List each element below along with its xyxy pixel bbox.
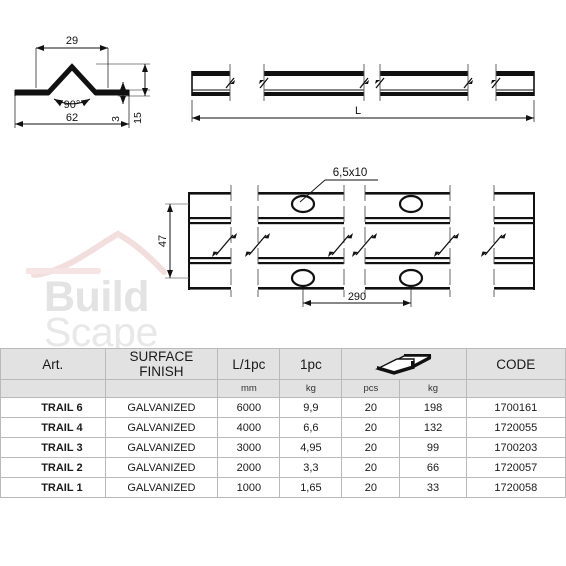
dim-L: L xyxy=(355,105,361,117)
product-specification-table: Art. SURFACE FINISH L/1pc 1pc CODE mm kg… xyxy=(0,348,566,498)
header-art: Art. xyxy=(0,348,106,380)
cell-bundle-weight: 198 xyxy=(399,397,467,418)
header-weight: 1pc xyxy=(279,348,343,380)
cell-art: TRAIL 1 xyxy=(0,477,106,498)
cell-bundle-weight: 132 xyxy=(399,417,467,438)
table-row[interactable]: TRAIL 6 GALVANIZED 6000 9,9 20 198 17001… xyxy=(0,397,566,418)
dim-62: 62 xyxy=(66,112,78,124)
cell-code: 1720055 xyxy=(465,417,566,438)
cell-pcs: 20 xyxy=(341,437,401,458)
cell-art: TRAIL 2 xyxy=(0,457,106,478)
table-row[interactable]: TRAIL 4 GALVANIZED 4000 6,6 20 132 17200… xyxy=(0,417,566,438)
slot-top-b xyxy=(290,194,316,214)
cell-length: 4000 xyxy=(217,417,281,438)
bundle-pallet-icon xyxy=(375,354,432,375)
cell-pcs: 20 xyxy=(341,477,401,498)
cell-length: 1000 xyxy=(217,477,281,498)
cell-code: 1700203 xyxy=(465,437,566,458)
header-code: CODE xyxy=(465,348,566,380)
cell-art: TRAIL 3 xyxy=(0,437,106,458)
cell-finish: GALVANIZED xyxy=(104,417,219,438)
cell-bundle-weight: 66 xyxy=(399,457,467,478)
cell-length: 2000 xyxy=(217,457,281,478)
cell-code: 1720057 xyxy=(465,457,566,478)
unit-bundle-weight: kg xyxy=(399,379,467,398)
cell-art: TRAIL 6 xyxy=(0,397,106,418)
slot-bottom-c xyxy=(398,268,424,288)
product-datasheet: Build Scape 90° 29 62 3 15 L 6,5x10 47 2… xyxy=(0,0,566,566)
cell-weight: 9,9 xyxy=(279,397,343,418)
unit-weight: kg xyxy=(279,379,343,398)
header-surface-finish: SURFACE FINISH xyxy=(104,348,219,380)
cell-finish: GALVANIZED xyxy=(104,457,219,478)
cell-pcs: 20 xyxy=(341,417,401,438)
table-header-units: mm kg pcs kg xyxy=(0,379,566,398)
unit-surface-finish xyxy=(104,379,219,398)
cell-art: TRAIL 4 xyxy=(0,417,106,438)
unit-length: mm xyxy=(217,379,281,398)
dim-angle-90: 90° xyxy=(64,99,81,111)
cell-finish: GALVANIZED xyxy=(104,477,219,498)
cell-weight: 3,3 xyxy=(279,457,343,478)
header-length: L/1pc xyxy=(217,348,281,380)
cell-bundle-weight: 99 xyxy=(399,437,467,458)
dim-290: 290 xyxy=(348,291,366,303)
table-row[interactable]: TRAIL 2 GALVANIZED 2000 3,3 20 66 172005… xyxy=(0,457,566,478)
cell-pcs: 20 xyxy=(341,457,401,478)
cell-code: 1720058 xyxy=(465,477,566,498)
cell-finish: GALVANIZED xyxy=(104,397,219,418)
cross-section-profile: 90° 29 62 3 15 xyxy=(14,35,150,128)
dim-47: 47 xyxy=(157,235,169,247)
side-elevation: L xyxy=(191,64,535,122)
cell-weight: 6,6 xyxy=(279,417,343,438)
cell-length: 6000 xyxy=(217,397,281,418)
cell-code: 1700161 xyxy=(465,397,566,418)
dim-29: 29 xyxy=(66,35,78,47)
table-row[interactable]: TRAIL 3 GALVANIZED 3000 4,95 20 99 17002… xyxy=(0,437,566,458)
table-row[interactable]: TRAIL 1 GALVANIZED 1000 1,65 20 33 17200… xyxy=(0,477,566,498)
top-plan: 6,5x10 47 290 xyxy=(157,167,535,307)
slot-bottom-b xyxy=(290,268,316,288)
dim-3: 3 xyxy=(110,116,122,122)
header-bundle xyxy=(341,348,467,380)
table-header-main: Art. SURFACE FINISH L/1pc 1pc CODE xyxy=(0,348,566,380)
technical-drawings: 90° 29 62 3 15 L 6,5x10 47 290 xyxy=(14,35,535,307)
unit-code xyxy=(465,379,566,398)
unit-art xyxy=(0,379,106,398)
cell-length: 3000 xyxy=(217,437,281,458)
dim-slot-callout: 6,5x10 xyxy=(333,167,368,179)
cell-pcs: 20 xyxy=(341,397,401,418)
cell-weight: 4,95 xyxy=(279,437,343,458)
unit-pcs: pcs xyxy=(341,379,401,398)
cell-bundle-weight: 33 xyxy=(399,477,467,498)
slot-top-c xyxy=(398,194,424,214)
dim-15: 15 xyxy=(132,112,144,124)
cell-weight: 1,65 xyxy=(279,477,343,498)
cell-finish: GALVANIZED xyxy=(104,437,219,458)
